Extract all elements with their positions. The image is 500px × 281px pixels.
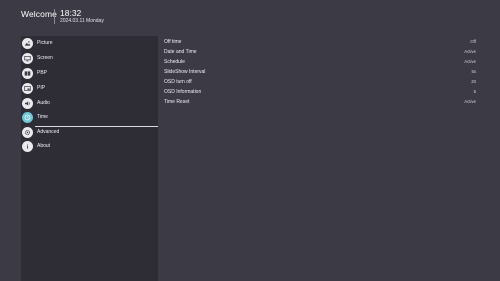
sidebar-item-label: PBP <box>37 70 48 76</box>
setting-row-osd-turn-off[interactable]: OSD turn off 20 <box>164 79 476 87</box>
welcome-title: Welcome <box>21 9 57 19</box>
audio-icon <box>22 98 33 109</box>
sidebar-item-label: About <box>37 143 51 149</box>
clock-icon <box>22 112 33 123</box>
setting-row-slideshow-interval[interactable]: SlideShow Interval 5s <box>164 69 476 77</box>
sidebar-item-label: PIP <box>37 85 46 91</box>
screen-icon <box>22 53 33 64</box>
settings-screen: Welcome 18:32 2024.03.11 Monday Picture … <box>0 0 500 281</box>
setting-value: Active <box>464 59 476 64</box>
pbp-icon <box>22 68 33 79</box>
setting-label: SlideShow Interval <box>164 69 206 75</box>
sidebar-item-time[interactable]: Time <box>21 112 158 127</box>
sidebar-item-label: Time <box>37 114 48 120</box>
picture-icon <box>22 38 33 49</box>
clock-date: 2024.03.11 Monday <box>60 18 104 24</box>
setting-row-time-reset[interactable]: Time Reset Active <box>164 99 476 107</box>
header-divider <box>54 9 55 24</box>
setting-value: 20 <box>471 79 476 84</box>
setting-row-date-and-time[interactable]: Date and Time Active <box>164 49 476 57</box>
setting-row-off-time[interactable]: Off time Off <box>164 39 476 47</box>
setting-value: 5 <box>473 89 476 94</box>
setting-label: OSD turn off <box>164 79 192 85</box>
sidebar-item-picture[interactable]: Picture <box>21 38 158 52</box>
sidebar-item-screen[interactable]: Screen <box>21 53 158 67</box>
sidebar-item-about[interactable]: About <box>21 141 158 155</box>
setting-label: Schedule <box>164 59 185 65</box>
setting-value: Off <box>470 39 476 44</box>
sidebar-item-label: Picture <box>37 40 53 46</box>
setting-label: Time Reset <box>164 99 190 105</box>
setting-label: OSD Information <box>164 89 202 95</box>
clock-time: 18:32 <box>60 8 82 18</box>
advanced-icon <box>22 127 33 138</box>
sidebar: Picture Screen PBP PIP Audio Time Advanc… <box>21 36 158 281</box>
sidebar-item-advanced[interactable]: Advanced <box>21 127 158 141</box>
sidebar-item-pbp[interactable]: PBP <box>21 68 158 82</box>
setting-value: 5s <box>471 69 476 74</box>
setting-label: Off time <box>164 39 182 45</box>
pip-icon <box>22 83 33 94</box>
setting-value: Active <box>464 49 476 54</box>
setting-value: Active <box>464 99 476 104</box>
setting-row-schedule[interactable]: Schedule Active <box>164 59 476 67</box>
setting-label: Date and Time <box>164 49 197 55</box>
sidebar-item-label: Advanced <box>37 129 60 135</box>
setting-row-osd-information[interactable]: OSD Information 5 <box>164 89 476 97</box>
sidebar-item-label: Screen <box>37 55 53 61</box>
sidebar-item-audio[interactable]: Audio <box>21 98 158 112</box>
sidebar-item-label: Audio <box>37 100 50 106</box>
info-icon <box>22 141 33 152</box>
sidebar-item-pip[interactable]: PIP <box>21 83 158 97</box>
